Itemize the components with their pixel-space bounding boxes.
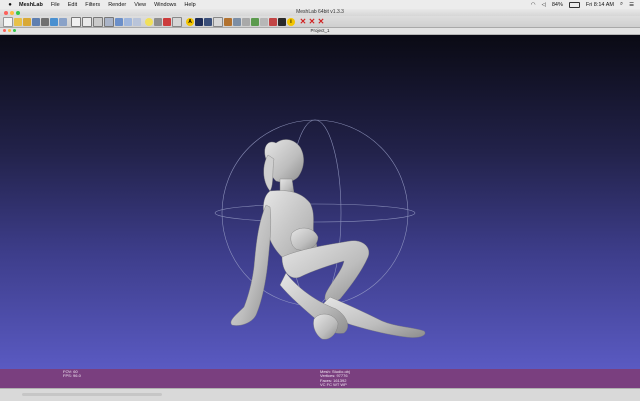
save-icon[interactable]	[41, 17, 49, 26]
menu-app-name[interactable]: MeshLab	[19, 2, 43, 8]
flat-lines-icon[interactable]	[104, 16, 114, 27]
color-icon[interactable]	[163, 17, 171, 26]
open-project-icon[interactable]	[14, 17, 22, 26]
texture-icon[interactable]	[133, 17, 141, 26]
select-vertices-icon[interactable]	[242, 17, 250, 26]
pick-icon[interactable]	[195, 17, 203, 26]
menu-view[interactable]: View	[134, 2, 146, 8]
notification-center-icon[interactable]: ☰	[629, 2, 634, 8]
log-scrollbar[interactable]	[22, 393, 162, 396]
new-project-icon[interactable]	[3, 16, 13, 27]
menu-help[interactable]: Help	[184, 2, 195, 8]
measure-icon[interactable]	[204, 17, 212, 26]
select-connected-icon[interactable]	[251, 17, 259, 26]
delete-faces-icon[interactable]	[260, 17, 268, 26]
align-icon[interactable]	[213, 16, 223, 27]
menu-windows[interactable]: Windows	[154, 2, 176, 8]
wifi-icon[interactable]: ◠	[531, 2, 536, 8]
delete-vertices-icon[interactable]	[269, 17, 277, 26]
document-tab-title[interactable]: Project_1	[0, 28, 640, 34]
lighting-icon[interactable]	[145, 17, 153, 26]
menu-render[interactable]: Render	[108, 2, 126, 8]
window-title: MeshLab 64bit v1.3.3	[296, 9, 344, 15]
smooth-icon[interactable]	[124, 17, 132, 26]
render-shader-icon[interactable]: A	[186, 17, 194, 26]
trackball-equator	[214, 203, 416, 223]
window-bottom-bar	[0, 388, 640, 401]
spotlight-search-icon[interactable]: ⌕	[620, 1, 623, 8]
layers-icon[interactable]	[59, 17, 67, 26]
document-tab-bar: Project_1	[0, 28, 640, 35]
select-faces-icon[interactable]	[233, 17, 241, 26]
info-icon[interactable]: i	[287, 17, 295, 26]
open-mesh-icon[interactable]	[23, 17, 31, 26]
wireframe-icon[interactable]	[82, 16, 92, 27]
render-info: FOV: 60 FPS: 96.0	[63, 369, 81, 379]
menu-edit[interactable]: Edit	[68, 2, 77, 8]
mesh-attributes: VC FC WT WP	[320, 382, 347, 388]
trackball-gizmo	[214, 119, 416, 307]
close-icon-1[interactable]: ✕	[299, 17, 307, 26]
snapshot-icon[interactable]	[50, 17, 58, 26]
volume-icon[interactable]: ◁	[542, 2, 546, 8]
hidden-lines-icon[interactable]	[93, 16, 103, 27]
3d-viewport[interactable]	[0, 35, 640, 369]
close-icon-2[interactable]: ✕	[308, 17, 316, 26]
window-zoom-button[interactable]	[16, 10, 20, 15]
mesh-model[interactable]	[230, 139, 426, 340]
trackball-circle	[221, 119, 409, 307]
battery-icon	[568, 1, 580, 8]
fullscreen-icon[interactable]	[172, 16, 182, 27]
fps-readout: FPS: 96.0	[63, 373, 81, 379]
layer-dialog-icon[interactable]	[278, 17, 286, 26]
mesh-info: Mesh: Studio.obj Vertices: 97776 Faces: …	[320, 369, 350, 388]
reload-icon[interactable]	[32, 17, 40, 26]
status-bar: FOV: 60 FPS: 96.0 Mesh: Studio.obj Verti…	[0, 369, 640, 388]
flat-icon[interactable]	[115, 17, 123, 26]
main-toolbar: A i ✕ ✕ ✕	[0, 16, 640, 28]
menu-file[interactable]: File	[51, 2, 60, 8]
window-minimize-button[interactable]	[10, 10, 14, 15]
menubar-clock[interactable]: Fri 8:14 AM	[586, 2, 614, 8]
backface-icon[interactable]	[154, 17, 162, 26]
mesh-render	[214, 119, 426, 340]
close-icon-3[interactable]: ✕	[317, 17, 325, 26]
battery-percent[interactable]: 84%	[552, 2, 563, 8]
paint-icon[interactable]	[224, 17, 232, 26]
apple-icon[interactable]: ●	[7, 2, 13, 8]
points-icon[interactable]	[71, 16, 81, 27]
window-close-button[interactable]	[4, 10, 8, 15]
window-title-bar: MeshLab 64bit v1.3.3	[0, 9, 640, 16]
menu-filters[interactable]: Filters	[85, 2, 100, 8]
